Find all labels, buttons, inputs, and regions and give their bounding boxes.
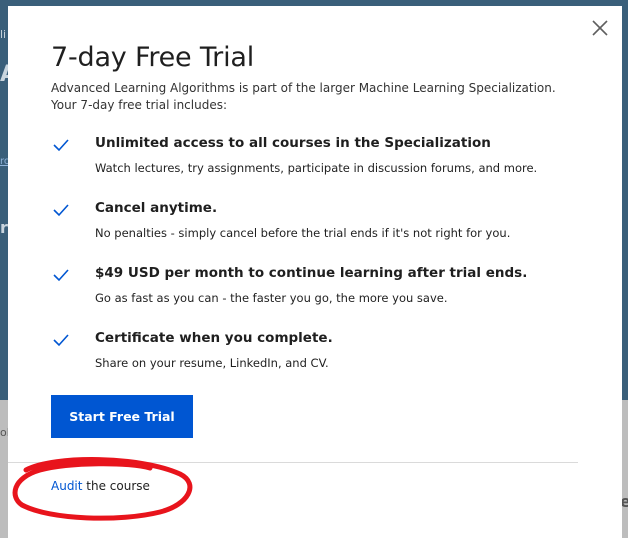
benefit-description: Share on your resume, LinkedIn, and CV.	[95, 356, 329, 370]
start-free-trial-button[interactable]: Start Free Trial	[51, 395, 193, 438]
free-trial-modal: 7-day Free Trial Advanced Learning Algor…	[8, 6, 622, 538]
benefit-title: Cancel anytime.	[95, 200, 218, 216]
divider	[8, 462, 578, 463]
intro-text: Advanced Learning Algorithms is part of …	[51, 81, 556, 112]
benefit-description: Watch lectures, try assignments, partici…	[95, 161, 538, 175]
audit-course-line: Audit the course	[51, 479, 150, 493]
checkmark-icon	[53, 139, 69, 152]
audit-suffix-text: the course	[82, 479, 150, 493]
modal-title: 7-day Free Trial	[51, 42, 255, 73]
benefit-item: $49 USD per month to continue learning a…	[51, 264, 591, 329]
benefit-title: Unlimited access to all courses in the S…	[95, 135, 491, 151]
benefit-item: Cancel anytime. No penalties - simply ca…	[51, 199, 591, 264]
benefit-title: $49 USD per month to continue learning a…	[95, 265, 528, 281]
benefit-description: Go as fast as you can - the faster you g…	[95, 291, 448, 305]
checkmark-icon	[53, 204, 69, 217]
benefit-description: No penalties - simply cancel before the …	[95, 226, 511, 240]
benefits-list: Unlimited access to all courses in the S…	[51, 134, 591, 394]
close-icon	[592, 20, 608, 36]
checkmark-icon	[53, 334, 69, 347]
close-button[interactable]	[590, 18, 610, 38]
background-text-fragment: r	[0, 218, 8, 237]
checkmark-icon	[53, 269, 69, 282]
background-text-fragment: li	[0, 28, 7, 41]
benefit-item: Unlimited access to all courses in the S…	[51, 134, 591, 199]
audit-link[interactable]: Audit	[51, 479, 82, 493]
benefit-item: Certificate when you complete. Share on …	[51, 329, 591, 394]
benefit-title: Certificate when you complete.	[95, 330, 333, 346]
